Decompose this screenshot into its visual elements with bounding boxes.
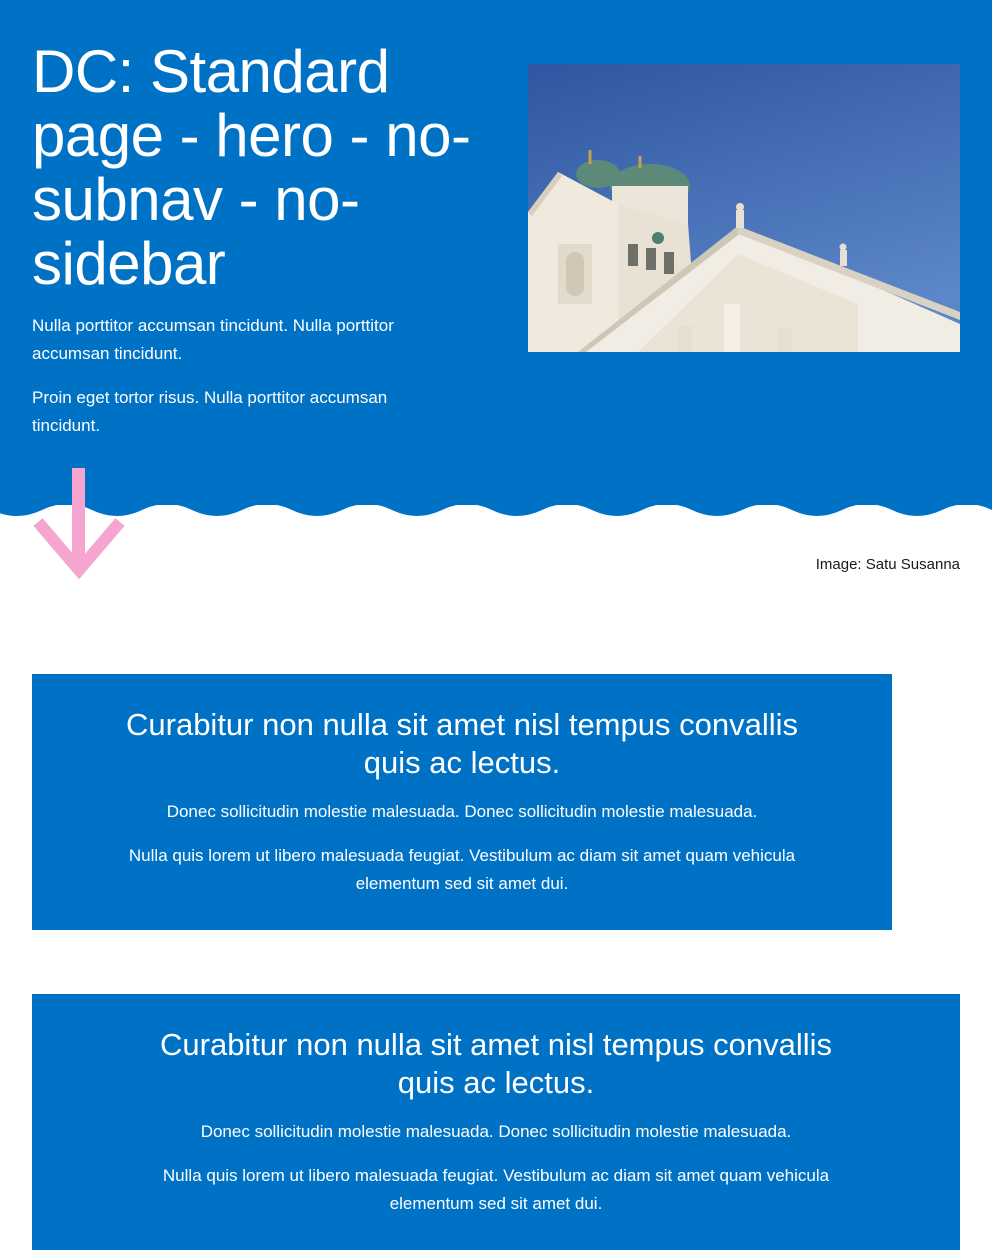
- banner-text: Nulla quis lorem ut libero malesuada feu…: [162, 1166, 830, 1213]
- page-title: DC: Standard page - hero - no-subnav - n…: [32, 38, 471, 297]
- hero-second-paragraph: Proin eget tortor risus. Nulla porttitor…: [32, 388, 388, 435]
- arrow-down-icon[interactable]: [32, 466, 126, 580]
- banner-text: Donec sollicitudin molestie malesuada. D…: [200, 1122, 792, 1141]
- hero-section: DC: Standard page - hero - no-subnav - n…: [0, 0, 992, 505]
- banner-text: Nulla quis lorem ut libero malesuada feu…: [128, 846, 796, 893]
- image-caption: Image: Satu Susanna: [815, 556, 960, 573]
- hero-wave-divider: [0, 496, 992, 516]
- hero-lead-paragraph: Nulla porttitor accumsan tincidunt. Null…: [32, 316, 394, 363]
- hero-image-cathedral: [528, 64, 960, 352]
- content-banner: Curabitur non nulla sit amet nisl tempus…: [32, 994, 960, 1250]
- banner-text: Donec sollicitudin molestie malesuada. D…: [166, 802, 758, 821]
- banner-title: Curabitur non nulla sit amet nisl tempus…: [126, 707, 798, 780]
- content-banner: Curabitur non nulla sit amet nisl tempus…: [32, 674, 892, 930]
- banner-title: Curabitur non nulla sit amet nisl tempus…: [160, 1027, 832, 1100]
